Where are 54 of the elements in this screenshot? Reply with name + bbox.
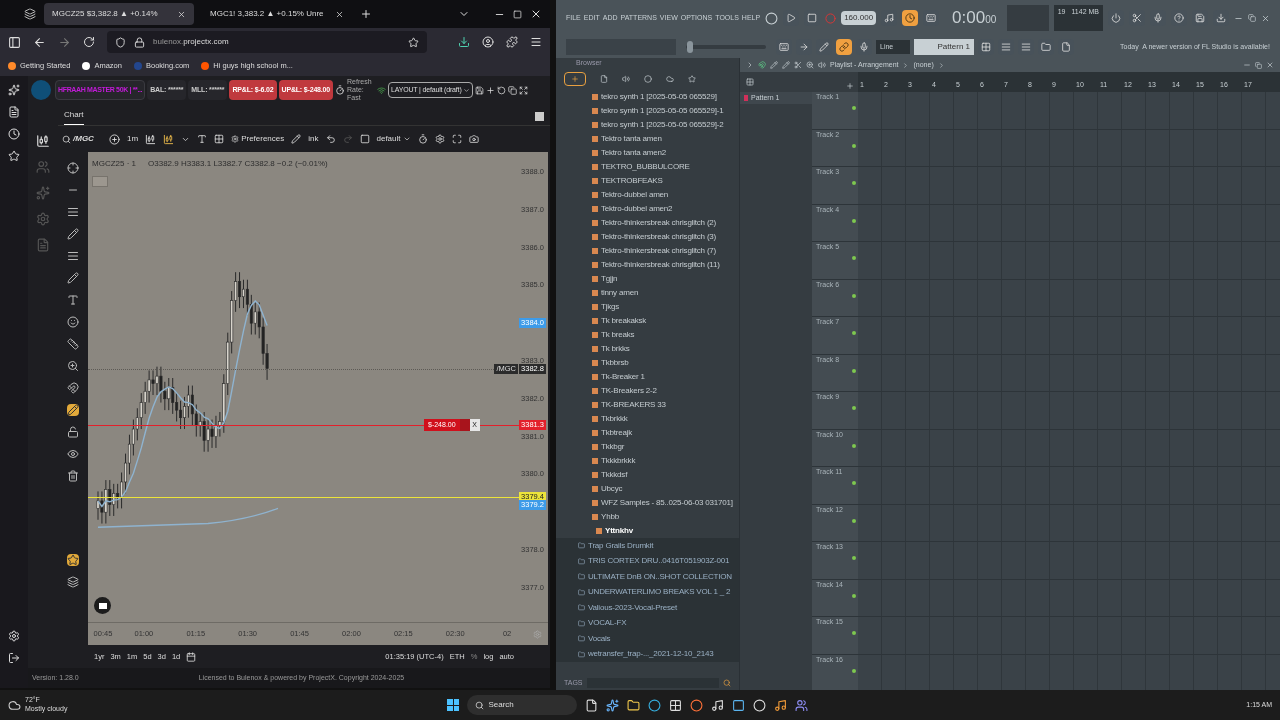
browser-file[interactable]: Tkkkbrkkk [556, 454, 739, 468]
browser-file[interactable]: Tektro-thinkersbreak chrisglitch (3) [556, 230, 739, 244]
browser-file[interactable]: Tektro-dubbel amen [556, 188, 739, 202]
browser-file[interactable]: Tkkbgr [556, 440, 739, 454]
address-bar[interactable]: bulenox.projectx.com [107, 31, 427, 53]
browser-file[interactable]: TEKTRO_BUBBULCORE [556, 160, 739, 174]
browser-file[interactable]: TK-Breakers 2-2 [556, 384, 739, 398]
browser-file[interactable]: Tk breaks [556, 328, 739, 342]
browser-file[interactable]: Tk breakaksk [556, 314, 739, 328]
browser-file[interactable]: Ubcyc [556, 482, 739, 496]
browser-file[interactable]: Tektro-thinkersbreak chrisglitch (11) [556, 258, 739, 272]
browser-file[interactable]: tinny amen [556, 286, 739, 300]
browser-folder[interactable]: ULTIMATE DnB ON..SHOT COLLECTION [556, 569, 739, 585]
tempo-display[interactable]: 160.000 [841, 11, 877, 25]
browser-file[interactable]: TEKTROBFEAKS [556, 174, 739, 188]
browser-file[interactable]: Yttnkhv [556, 524, 739, 538]
chart-tab[interactable]: Chart [64, 109, 84, 125]
browser-file[interactable]: Tektro tanta amen [556, 132, 739, 146]
browser-file[interactable]: Tkkkdsf [556, 468, 739, 482]
browser-file[interactable]: tekro synth 1 [2025-05-05 065529] [556, 90, 739, 104]
browser-file[interactable]: Tjkgs [556, 300, 739, 314]
browser-file[interactable]: Tk-Breaker 1 [556, 370, 739, 384]
browser-file[interactable]: Tgjjn [556, 272, 739, 286]
browser-file[interactable]: Tk brkks [556, 342, 739, 356]
browser-tab[interactable]: MGC1! 3,383.2 ▲ +0.15% Unre [202, 3, 352, 25]
ohlc-values: O3382.9 H3383.1 L3382.7 C3382.8 −0.2 (−0.01%) [148, 158, 328, 170]
browser-folder[interactable]: Valious-2023-Vocal-Preset [556, 600, 739, 616]
symbol-search[interactable]: /MGC [62, 133, 102, 145]
browser-file[interactable]: Tektro-dubbel amen2 [556, 202, 739, 216]
pattern-selector[interactable]: Pattern 1 [914, 39, 974, 55]
url-text: bulenox.projectx.com [153, 36, 229, 48]
browser-file[interactable]: Tektro-thinkersbreak chrisglitch (7) [556, 244, 739, 258]
tab-title: MGC1! 3,383.2 ▲ +0.15% Unre [210, 8, 324, 20]
browser-file[interactable]: Tektro tanta amen2 [556, 146, 739, 160]
browser-file[interactable]: Tkbtreajk [556, 426, 739, 440]
taskbar-search-field[interactable]: Search [467, 695, 578, 715]
preferences-button[interactable]: Preferences [231, 133, 285, 145]
chart-symbol: MGCZ25 · 1 [92, 158, 136, 170]
browser-folder[interactable]: Vocals [556, 631, 739, 647]
tab-title: MGCZ25 $3,382.8 ▲ +0.14% [52, 8, 158, 20]
browser-file[interactable]: WFZ Samples - 85..025-06-03 031701] [556, 496, 739, 510]
browser-file[interactable]: Tektro-thinkersbreak chrisglitch (2) [556, 216, 739, 230]
browser-file[interactable]: tekro synth 1 [2025-05-05 065529]-2 [556, 118, 739, 132]
interval-button[interactable]: 1m [127, 133, 139, 145]
browser-folder[interactable]: Trap Grails Drumkit [556, 538, 739, 554]
template-dropdown[interactable]: default [376, 133, 411, 145]
browser-tab[interactable]: MGCZ25 $3,382.8 ▲ +0.14% [44, 3, 194, 25]
browser-file[interactable]: TK-BREAKERS 33 [556, 398, 739, 412]
browser-file[interactable]: Yhbb [556, 510, 739, 524]
browser-file[interactable]: Tkbrkkk [556, 412, 739, 426]
time-display: 0:0000 [952, 7, 997, 30]
browser-file[interactable]: Tkbbrsb [556, 356, 739, 370]
ink-button[interactable]: ink [308, 133, 319, 145]
browser-file[interactable]: tekro synth 1 [2025-05-05 065529]-1 [556, 104, 739, 118]
